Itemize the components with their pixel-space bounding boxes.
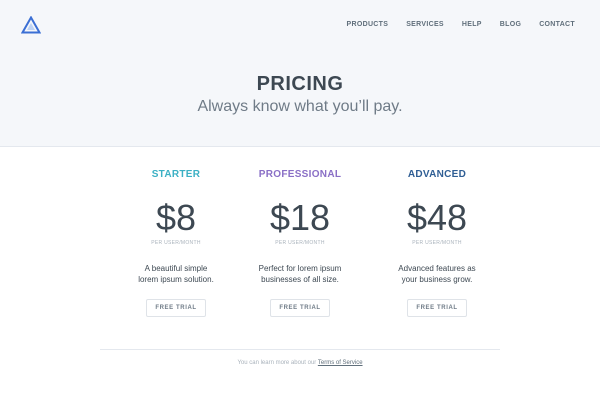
footer-divider bbox=[100, 349, 500, 350]
terms-of-service-link[interactable]: Terms of Service bbox=[318, 360, 363, 366]
plan-description: Perfect for lorem ipsum businesses of al… bbox=[240, 263, 360, 285]
plan-description: Advanced features as your business grow. bbox=[377, 263, 497, 285]
plan-price: $48 bbox=[406, 197, 468, 238]
plan-description: A beautiful simple lorem ipsum solution. bbox=[116, 263, 236, 285]
plan-unit: PER USER/MONTH bbox=[412, 240, 462, 246]
hero-section: PRODUCTS SERVICES HELP BLOG CONTACT PRIC… bbox=[0, 0, 600, 147]
plan-starter: STARTER $8 PER USER/MONTH A beautiful si… bbox=[116, 168, 236, 317]
nav-services[interactable]: SERVICES bbox=[406, 20, 444, 29]
triangle-logo-icon[interactable] bbox=[21, 16, 41, 34]
page-title: PRICING bbox=[256, 73, 344, 95]
pricing-plans: STARTER $8 PER USER/MONTH A beautiful si… bbox=[0, 168, 600, 328]
plan-description-line: businesses of all size. bbox=[261, 275, 339, 284]
nav-help[interactable]: HELP bbox=[462, 20, 482, 29]
plan-name: ADVANCED bbox=[407, 169, 467, 180]
plan-unit: PER USER/MONTH bbox=[275, 240, 325, 246]
footer: You can learn more about our Terms of Se… bbox=[0, 360, 600, 366]
free-trial-button[interactable]: FREE TRIAL bbox=[146, 299, 206, 317]
plan-description-line: lorem ipsum solution. bbox=[138, 275, 214, 284]
main-nav: PRODUCTS SERVICES HELP BLOG CONTACT bbox=[329, 20, 575, 29]
nav-contact[interactable]: CONTACT bbox=[539, 20, 575, 29]
free-trial-button[interactable]: FREE TRIAL bbox=[270, 299, 330, 317]
plan-unit: PER USER/MONTH bbox=[151, 240, 201, 246]
plan-price: $18 bbox=[269, 197, 331, 238]
plan-name: STARTER bbox=[151, 169, 201, 180]
footer-text: You can learn more about our bbox=[237, 360, 317, 366]
plan-price: $8 bbox=[155, 197, 197, 238]
nav-products[interactable]: PRODUCTS bbox=[347, 20, 389, 29]
plan-description-line: your business grow. bbox=[401, 275, 473, 284]
nav-blog[interactable]: BLOG bbox=[500, 20, 521, 29]
plan-professional: PROFESSIONAL $18 PER USER/MONTH Perfect … bbox=[240, 168, 360, 317]
free-trial-button[interactable]: FREE TRIAL bbox=[407, 299, 467, 317]
plan-description-line: A beautiful simple bbox=[144, 264, 208, 273]
plan-name: PROFESSIONAL bbox=[258, 169, 342, 180]
plan-description-line: Perfect for lorem ipsum bbox=[258, 264, 342, 273]
plan-advanced: ADVANCED $48 PER USER/MONTH Advanced fea… bbox=[377, 168, 497, 317]
page-subtitle: Always know what you’ll pay. bbox=[197, 98, 403, 115]
plan-description-line: Advanced features as bbox=[398, 264, 476, 273]
